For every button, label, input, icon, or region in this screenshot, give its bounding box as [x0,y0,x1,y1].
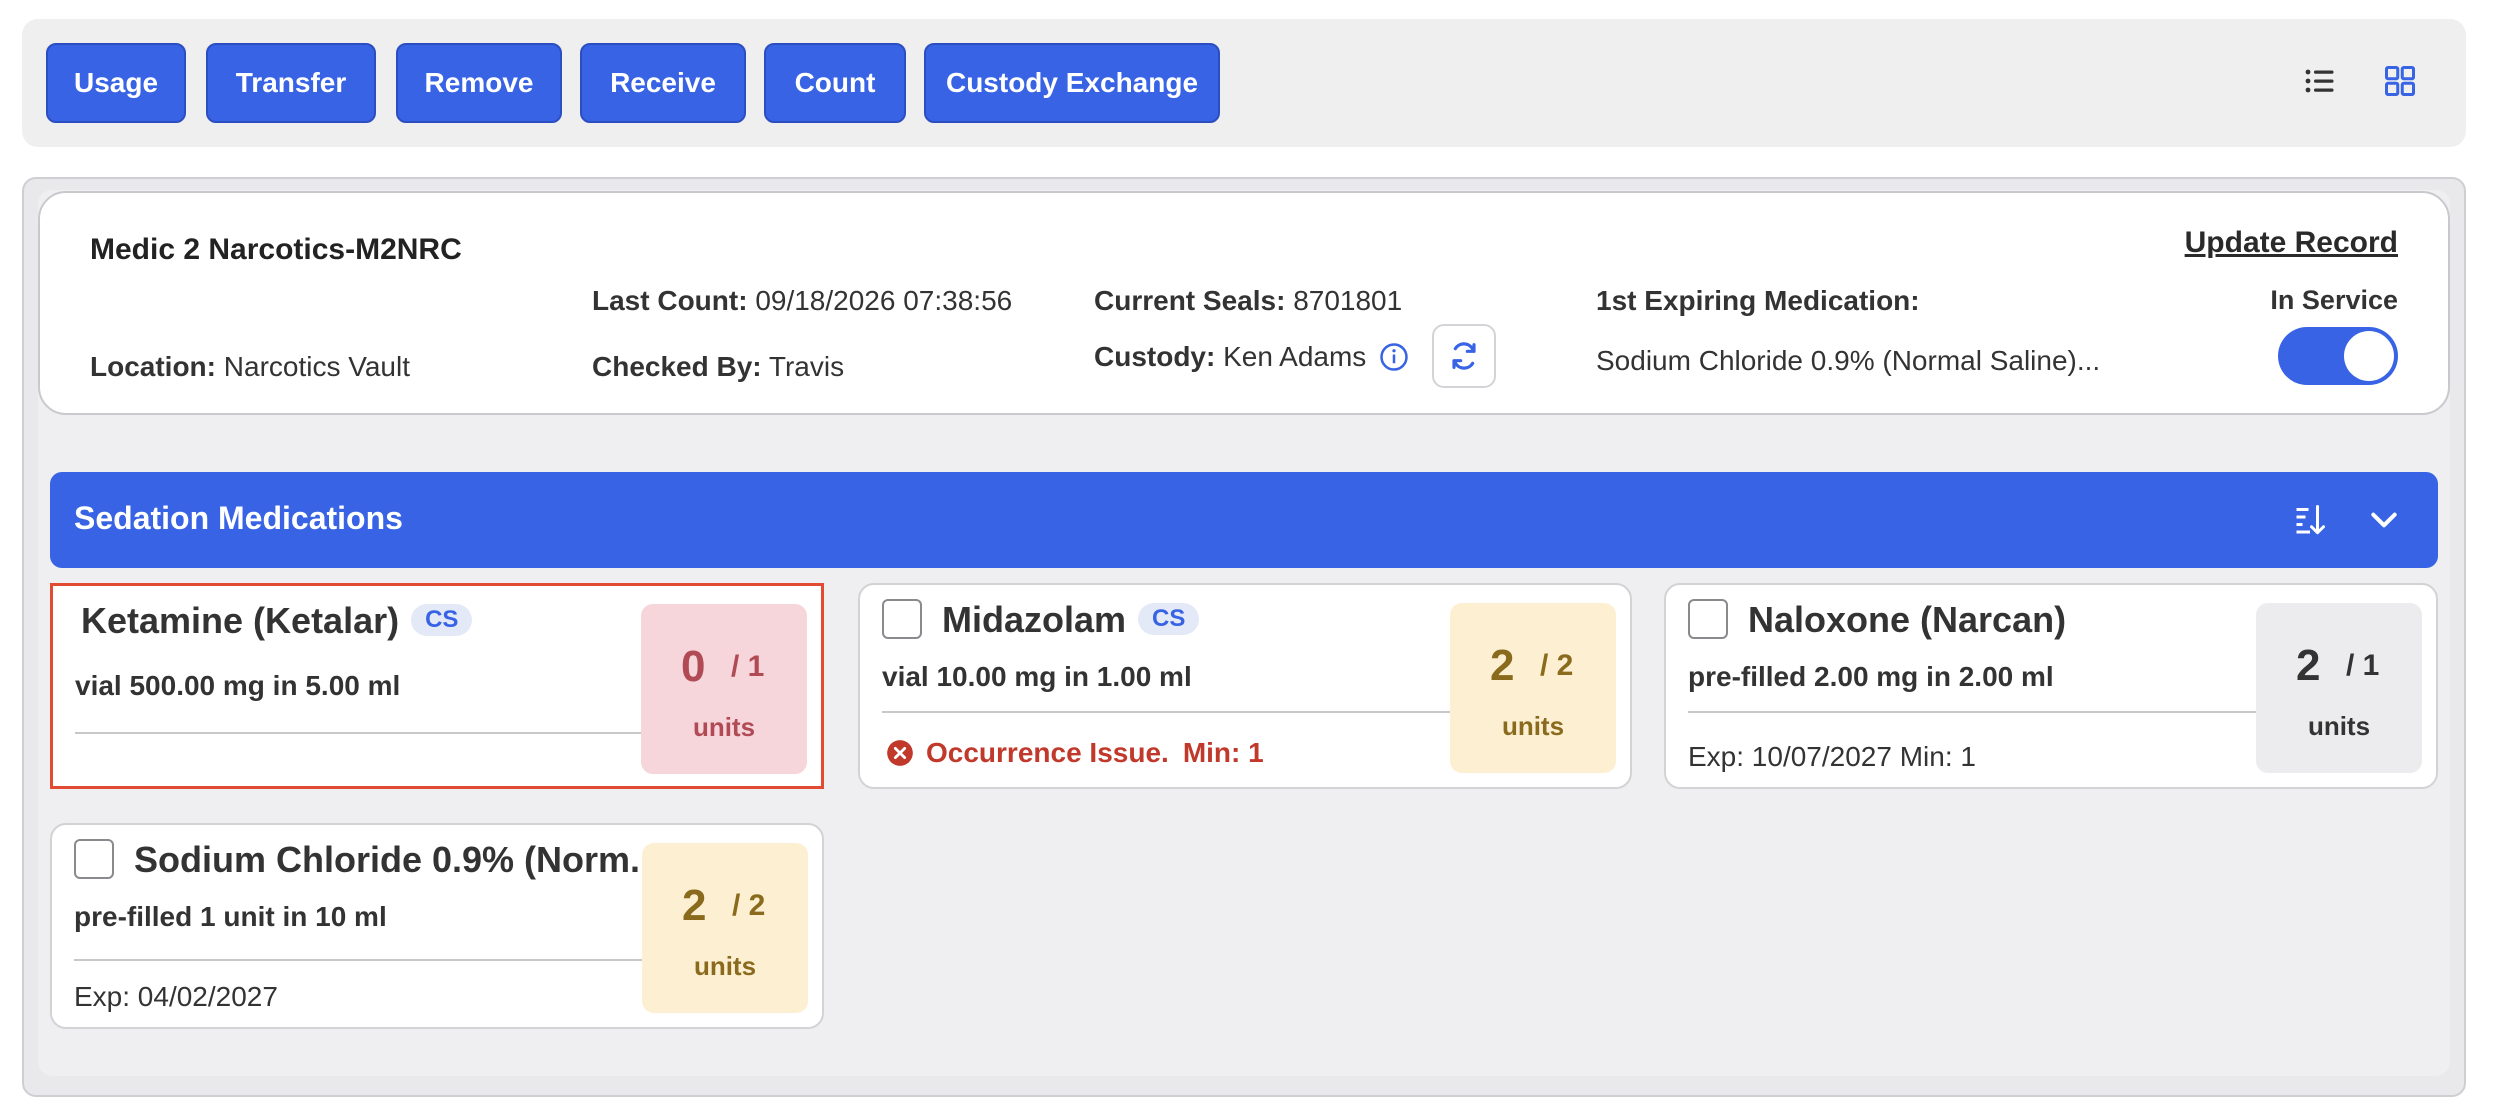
current-seals-field: Current Seals: 8701801 [1094,285,1402,317]
transfer-button[interactable]: Transfer [206,43,376,123]
action-toolbar: Usage Transfer Remove Receive Count Cust… [22,19,2466,147]
card-divider [75,732,645,734]
medication-description: pre-filled 1 unit in 10 ml [74,901,387,932]
medication-card[interactable]: Sodium Chloride 0.9% (Norm... pre-filled… [50,823,824,1029]
quantity-total: / 2 [732,889,766,922]
medication-description: vial 10.00 mg in 1.00 ml [882,661,1192,692]
expiring-label: 1st Expiring Medication: [1596,285,1920,316]
medication-card[interactable]: Naloxone (Narcan) pre-filled 2.00 mg in … [1664,583,2438,789]
last-count-label: Last Count: [592,285,748,316]
cs-badge: CS [411,604,473,636]
record-title: Medic 2 Narcotics-M2NRC [90,233,462,266]
checked-by-label: Checked By: [592,351,762,382]
expiring-value: Sodium Chloride 0.9% (Normal Saline)... [1596,345,2101,376]
medication-name: Naloxone (Narcan) [1748,599,2067,640]
quantity-box: 2 / 2 units [1450,603,1616,773]
update-record-link[interactable]: Update Record [2185,226,2398,260]
last-count-field: Last Count: 09/18/2026 07:38:56 [592,285,1012,317]
count-button[interactable]: Count [764,43,906,123]
refresh-custody-button[interactable] [1432,324,1496,388]
medication-checkbox[interactable] [882,599,922,639]
quantity-total: / 1 [731,650,765,683]
refresh-icon [1452,342,1476,370]
quantity-count: 2 [1490,641,1515,690]
quantity-total: / 1 [2346,649,2380,682]
medication-card[interactable]: Ketamine (Ketalar) CS vial 500.00 mg in 5… [50,583,824,789]
checked-by-value: Travis [768,351,845,382]
checked-by-field: Checked By: Travis [592,351,844,383]
card-divider [1688,711,2258,713]
custody-label: Custody: [1094,341,1216,372]
quantity-count: 2 [682,881,707,930]
quantity-units: units [2307,711,2371,741]
medication-checkbox[interactable] [74,839,114,879]
quantity-box: 0 / 1 units [641,604,807,774]
in-service-toggle[interactable] [2278,327,2398,385]
location-label: Location: [90,351,216,382]
custody-field: Custody: Ken Adams [1094,341,1366,373]
medication-name: Ketamine (Ketalar) CS [81,600,473,642]
category-header[interactable]: Sedation Medications [50,472,2438,568]
quantity-box: 2 / 1 units [2256,603,2422,773]
quantity-total: / 2 [1540,649,1574,682]
quantity-units: units [692,712,756,742]
issue-text: Occurrence Issue. [926,737,1169,768]
medication-name: Midazolam CS [942,599,1200,641]
quantity-count: 2 [2296,641,2321,690]
list-view-icon[interactable] [2302,63,2338,99]
medication-description: pre-filled 2.00 mg in 2.00 ml [1688,661,2054,692]
medication-card[interactable]: Midazolam CS vial 10.00 mg in 1.00 ml Occ… [858,583,1632,789]
quantity-count: 0 [681,642,706,691]
cs-badge: CS [1138,603,1200,635]
custody-exchange-button[interactable]: Custody Exchange [924,43,1220,123]
category-title: Sedation Medications [74,500,403,536]
issue-min: Min: 1 [1182,737,1264,768]
medication-description: vial 500.00 mg in 5.00 ml [75,670,401,701]
location-field: Location: Narcotics Vault [90,351,410,383]
remove-button[interactable]: Remove [396,43,562,123]
expiration-text: Exp: 10/07/2027 Min: 1 [1688,741,1976,772]
current-seals-label: Current Seals: [1094,285,1286,316]
custody-info-icon[interactable] [1379,342,1409,372]
in-service-label: In Service [2270,285,2398,315]
sort-icon[interactable] [2292,502,2328,538]
quantity-units: units [693,951,757,981]
occurrence-issue[interactable]: Occurrence Issue. Min: 1 [886,737,1264,769]
chevron-down-icon[interactable] [2368,504,2400,536]
card-divider [74,959,644,961]
quantity-units: units [1501,711,1565,741]
grid-view-icon[interactable] [2382,63,2418,99]
quantity-box: 2 / 2 units [642,843,808,1013]
expiration-text: Exp: 04/02/2027 [74,981,278,1012]
medication-checkbox[interactable] [1688,599,1728,639]
error-icon [887,740,913,766]
last-count-value: 09/18/2026 07:38:56 [755,285,1013,316]
card-divider [882,711,1452,713]
receive-button[interactable]: Receive [580,43,746,123]
current-seals-value: 8701801 [1293,285,1403,316]
record-info-card: Medic 2 Narcotics-M2NRC Location: Narcot… [38,191,2450,415]
usage-button[interactable]: Usage [46,43,186,123]
location-value: Narcotics Vault [223,351,410,382]
medication-name: Sodium Chloride 0.9% (Norm... [134,839,661,880]
custody-value: Ken Adams [1223,341,1367,372]
